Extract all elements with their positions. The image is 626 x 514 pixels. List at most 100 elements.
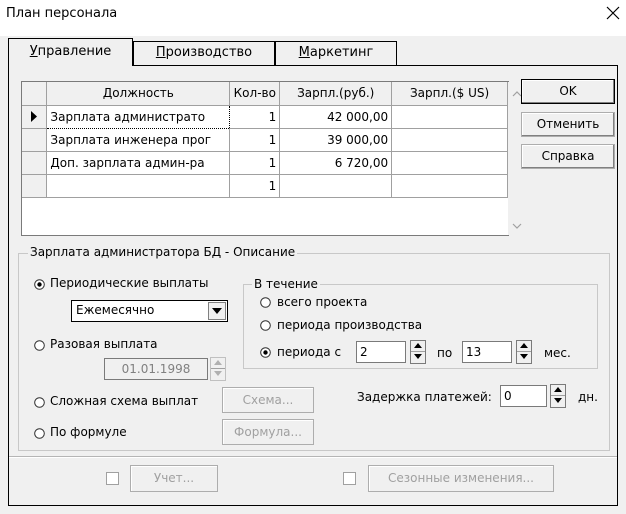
- tab-hotkey: М: [298, 45, 310, 60]
- column-header-salary-usd[interactable]: Зарпл.($ US): [391, 82, 508, 106]
- spin-down[interactable]: [411, 352, 425, 363]
- cell-salary-usd[interactable]: [391, 105, 508, 129]
- active-tab-joint: [9, 64, 132, 67]
- cell-qty[interactable]: 1: [229, 105, 281, 129]
- radio-checked-icon: [260, 347, 271, 358]
- tab-marketing[interactable]: Маркетинг: [275, 41, 397, 65]
- production-period-label[interactable]: периода производства: [277, 318, 422, 332]
- delay-unit-label: дн.: [578, 390, 598, 404]
- spin-up[interactable]: [211, 358, 225, 369]
- period-to-field[interactable]: 13: [462, 341, 512, 363]
- account-checkbox[interactable]: [106, 472, 119, 485]
- spin-down[interactable]: [211, 369, 225, 380]
- table-row[interactable]: Зарплата администрато 1 42 000,00: [22, 104, 508, 129]
- whole-project-label[interactable]: всего проекта: [277, 295, 367, 309]
- cell-position[interactable]: [46, 174, 231, 198]
- complex-label[interactable]: Сложная схема выплат: [50, 394, 198, 408]
- delay-spinner[interactable]: [550, 384, 566, 408]
- close-button[interactable]: [604, 4, 622, 22]
- period-from-label[interactable]: периода с: [277, 345, 341, 359]
- single-date-field[interactable]: 01.01.1998: [104, 358, 208, 380]
- delay-field[interactable]: 0: [500, 385, 547, 407]
- close-icon: [606, 6, 620, 20]
- scheme-button[interactable]: Схема...: [222, 387, 314, 413]
- cell-salary-rub[interactable]: 6 720,00: [279, 151, 393, 175]
- spin-down[interactable]: [517, 352, 531, 363]
- table-row[interactable]: Доп. зарплата админ-ра 1 6 720,00: [22, 151, 508, 175]
- spin-down[interactable]: [551, 396, 565, 407]
- cell-salary-rub[interactable]: 42 000,00: [279, 105, 393, 129]
- cell-salary-usd[interactable]: [391, 128, 508, 152]
- cell-qty[interactable]: 1: [229, 128, 281, 152]
- account-button[interactable]: Учет...: [130, 465, 218, 492]
- spin-up[interactable]: [411, 341, 425, 352]
- single-label[interactable]: Разовая выплата: [50, 337, 158, 351]
- formula-button[interactable]: Формула...: [222, 419, 314, 445]
- tab-label: роизводство: [165, 45, 253, 60]
- period-from-field[interactable]: 2: [356, 341, 406, 363]
- row-indicator[interactable]: [22, 151, 48, 175]
- tab-hotkey: П: [155, 45, 166, 60]
- frequency-select[interactable]: Ежемесячно: [71, 300, 228, 322]
- single-radio[interactable]: [34, 340, 45, 351]
- staff-grid[interactable]: Должность Кол-во Зарпл.(руб.) Зарпл.($ U…: [21, 81, 525, 236]
- period-to-label: по: [437, 346, 453, 360]
- current-row-icon: [31, 111, 38, 122]
- cancel-button[interactable]: Отменить: [521, 112, 615, 137]
- table-row[interactable]: 1: [22, 174, 508, 198]
- cell-salary-usd[interactable]: [391, 174, 508, 198]
- tab-label: правление: [37, 44, 112, 59]
- cell-qty[interactable]: 1: [229, 151, 281, 175]
- seasonal-button[interactable]: Сезонные изменения...: [368, 465, 554, 492]
- formula-label[interactable]: По формуле: [50, 425, 127, 439]
- period-from-radio[interactable]: [260, 347, 271, 358]
- delay-label: Задержка платежей:: [357, 390, 492, 404]
- arrow-down-icon: [414, 354, 422, 359]
- cell-position[interactable]: Зарплата администрато: [46, 104, 231, 129]
- cell-salary-rub[interactable]: 39 000,00: [279, 128, 393, 152]
- frequency-dropdown-button[interactable]: [208, 302, 226, 320]
- scroll-down-icon: [512, 223, 522, 229]
- tab-production[interactable]: Производство: [133, 41, 275, 65]
- cell-position[interactable]: Зарплата инженера прог: [46, 128, 231, 152]
- radio-unchecked-icon: [260, 297, 271, 308]
- window-title: План персонала: [6, 6, 118, 21]
- cell-salary-usd[interactable]: [391, 151, 508, 175]
- radio-unchecked-icon: [34, 397, 45, 408]
- whole-project-radio[interactable]: [260, 297, 271, 308]
- table-row[interactable]: Зарплата инженера прог 1 39 000,00: [22, 128, 508, 152]
- cell-salary-rub[interactable]: [279, 174, 393, 198]
- spin-up[interactable]: [517, 341, 531, 352]
- arrow-down-icon: [520, 354, 528, 359]
- cell-position[interactable]: Доп. зарплата админ-ра: [46, 151, 231, 175]
- periodic-label[interactable]: Периодические выплаты: [50, 276, 208, 290]
- arrow-up-icon: [520, 343, 528, 348]
- formula-radio[interactable]: [34, 428, 45, 439]
- row-indicator[interactable]: [22, 105, 48, 129]
- ok-button[interactable]: OK: [521, 79, 615, 104]
- production-period-radio[interactable]: [260, 320, 271, 331]
- help-button[interactable]: Справка: [521, 144, 615, 169]
- tab-hotkey: У: [29, 44, 38, 59]
- cell-qty[interactable]: 1: [229, 174, 281, 198]
- seasonal-checkbox[interactable]: [343, 472, 356, 485]
- column-header-qty[interactable]: Кол-во: [229, 82, 281, 106]
- complex-radio[interactable]: [34, 397, 45, 408]
- radio-unchecked-icon: [260, 320, 271, 331]
- arrow-up-icon: [554, 387, 562, 392]
- period-to-spinner[interactable]: [516, 340, 532, 364]
- grid-header-row: Должность Кол-во Зарпл.(руб.) Зарпл.($ U…: [22, 82, 508, 106]
- single-date-spinner[interactable]: [210, 357, 226, 381]
- chevron-down-icon: [212, 308, 222, 314]
- tab-management[interactable]: Управление: [8, 38, 133, 66]
- row-indicator[interactable]: [22, 174, 48, 198]
- periodic-radio[interactable]: [34, 279, 45, 290]
- arrow-up-icon: [214, 360, 222, 365]
- column-header-salary-rub[interactable]: Зарпл.(руб.): [279, 82, 393, 106]
- row-indicator[interactable]: [22, 128, 48, 152]
- arrow-up-icon: [414, 343, 422, 348]
- column-header-position[interactable]: Должность: [46, 82, 231, 106]
- arrow-down-icon: [554, 398, 562, 403]
- period-from-spinner[interactable]: [410, 340, 426, 364]
- spin-up[interactable]: [551, 385, 565, 396]
